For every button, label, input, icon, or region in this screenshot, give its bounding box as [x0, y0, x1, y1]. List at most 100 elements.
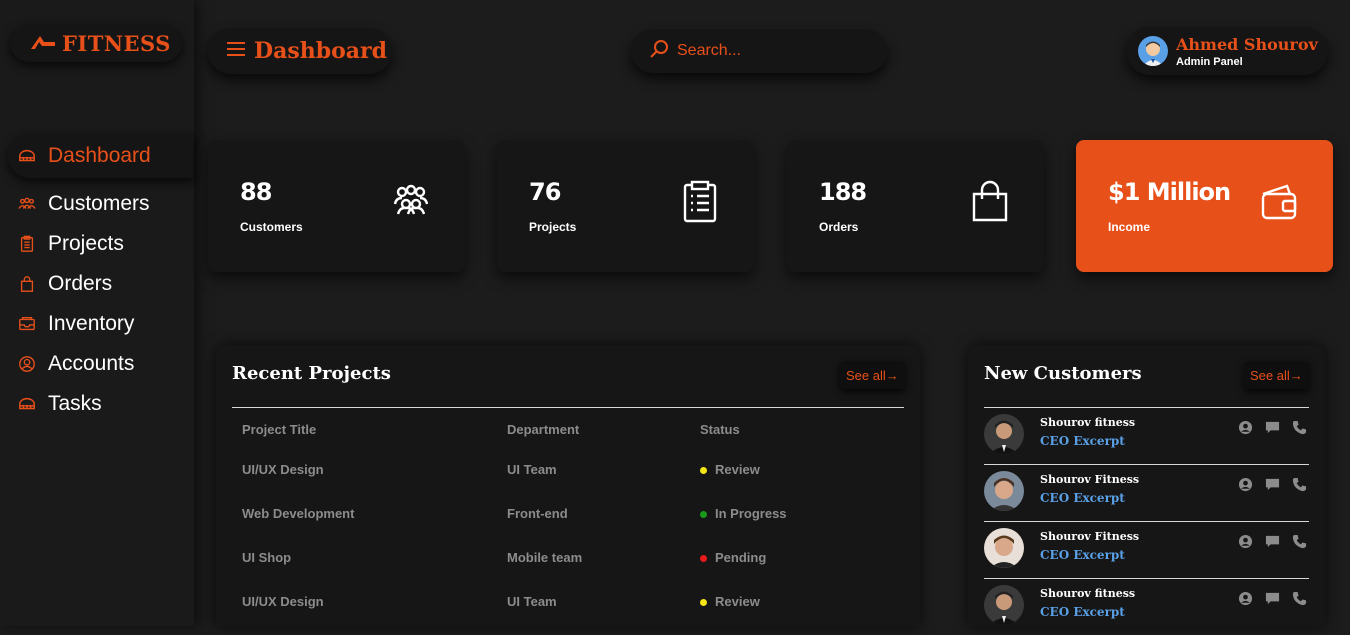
customer-name: Shourov fitness: [1040, 587, 1136, 600]
see-all-projects-button[interactable]: See all →: [840, 361, 905, 389]
customer-actions: [1238, 477, 1307, 492]
user-profile[interactable]: Ahmed Shourov Admin Panel: [1126, 27, 1328, 75]
phone-icon[interactable]: [1292, 591, 1307, 606]
see-all-customers-button[interactable]: See all →: [1244, 361, 1309, 389]
user-circle-icon: [18, 355, 36, 373]
recent-projects-panel: Recent Projects See all → Project Title …: [216, 345, 920, 626]
column-header: Department: [507, 421, 580, 437]
project-status: In Progress: [690, 491, 904, 535]
phone-icon[interactable]: [1292, 420, 1307, 435]
sidebar-item-label: Orders: [48, 272, 113, 295]
status-dot: [700, 510, 707, 518]
sidebar-item-accounts[interactable]: Accounts: [0, 344, 194, 384]
new-customers-panel: New Customers See all → Shourov fitness …: [968, 345, 1325, 626]
sidebar-item-orders[interactable]: Orders: [0, 264, 194, 304]
sidebar-item-label: Tasks: [48, 392, 102, 415]
phone-icon[interactable]: [1292, 477, 1307, 492]
sidebar-item-customers[interactable]: Customers: [0, 184, 194, 224]
project-title: UI/UX Design: [242, 461, 324, 477]
stat-card-projects[interactable]: 76 Projects: [497, 140, 754, 272]
status-label: Pending: [715, 549, 767, 565]
project-department: Mobile team: [507, 549, 583, 565]
recent-projects-title: Recent Projects: [232, 363, 391, 384]
users-icon: [18, 195, 36, 213]
project-status: Review: [690, 447, 904, 491]
customer-name: Shourov Fitness: [1040, 530, 1140, 543]
arrow-right-icon: →: [885, 367, 899, 383]
user-icon[interactable]: [1238, 420, 1253, 435]
chat-icon[interactable]: [1265, 534, 1280, 549]
avatar: [1138, 36, 1168, 66]
customer-actions: [1238, 420, 1307, 435]
status-dot: [700, 466, 707, 474]
arrow-right-icon: →: [1289, 367, 1303, 383]
brand-name: FITNESS: [62, 30, 171, 56]
user-info: Ahmed Shourov Admin Panel: [1176, 35, 1318, 68]
table-row[interactable]: UI/UX Design UI Team Review: [232, 447, 904, 491]
see-all-label: See all: [1250, 367, 1290, 383]
menu-icon[interactable]: [226, 41, 246, 62]
project-department: UI Team: [507, 461, 557, 477]
sidebar-item-label: Inventory: [48, 312, 135, 335]
stat-card-customers[interactable]: 88 Customers: [208, 140, 465, 272]
project-department: UI Team: [507, 593, 557, 609]
table-row[interactable]: Web Development Front-end In Progress: [232, 491, 904, 535]
customer-role: CEO Excerpt: [1040, 548, 1125, 562]
project-department: Front-end: [507, 505, 568, 521]
stat-card-income[interactable]: $1 Million Income: [1076, 140, 1333, 272]
customer-photo: [984, 414, 1024, 454]
sidebar-item-dashboard[interactable]: Dashboard: [8, 134, 194, 178]
sidebar-item-tasks[interactable]: Tasks: [0, 384, 194, 424]
customer-row[interactable]: Shourov fitness CEO Excerpt: [984, 578, 1309, 635]
customer-photo: [984, 528, 1024, 568]
stat-value: $1 Million: [1108, 178, 1231, 206]
project-status: Pending: [690, 535, 904, 579]
stat-label: Projects: [529, 220, 577, 234]
status-label: Review: [715, 593, 760, 609]
user-icon[interactable]: [1238, 477, 1253, 492]
divider: [232, 407, 904, 408]
sidebar-item-label: Accounts: [48, 352, 135, 375]
page-title: Dashboard: [254, 38, 387, 64]
table-row[interactable]: UI/UX Design UI Team Review: [232, 579, 904, 623]
phone-icon[interactable]: [1292, 534, 1307, 549]
stat-value: 88: [240, 178, 272, 206]
brand-logo[interactable]: FITNESS: [10, 24, 182, 62]
customer-photo: [984, 585, 1024, 625]
sidebar-item-label: Customers: [48, 192, 150, 215]
chat-icon[interactable]: [1265, 420, 1280, 435]
stat-card-orders[interactable]: 188 Orders: [787, 140, 1044, 272]
status-dot: [700, 554, 707, 562]
customer-role: CEO Excerpt: [1040, 605, 1125, 619]
bag-icon: [18, 275, 36, 293]
stat-label: Income: [1108, 220, 1151, 234]
search-bar[interactable]: Search...: [631, 29, 887, 73]
customer-row[interactable]: Shourov Fitness CEO Excerpt: [984, 464, 1309, 521]
stat-value: 188: [819, 178, 867, 206]
clipboard-icon: [18, 235, 36, 253]
status-label: In Progress: [715, 505, 787, 521]
chat-icon[interactable]: [1265, 591, 1280, 606]
chat-icon[interactable]: [1265, 477, 1280, 492]
table-header: Project Title Department Status: [232, 411, 904, 447]
search-input[interactable]: Search...: [677, 42, 741, 60]
sidebar-item-projects[interactable]: Projects: [0, 224, 194, 264]
user-icon[interactable]: [1238, 534, 1253, 549]
project-title: Web Development: [242, 505, 355, 521]
customer-actions: [1238, 534, 1307, 549]
search-icon: [649, 39, 669, 64]
stat-label: Orders: [819, 220, 859, 234]
user-icon[interactable]: [1238, 591, 1253, 606]
customer-row[interactable]: Shourov fitness CEO Excerpt: [984, 407, 1309, 464]
customer-row[interactable]: Shourov Fitness CEO Excerpt: [984, 521, 1309, 578]
customer-name: Shourov fitness: [1040, 416, 1136, 429]
user-role: Admin Panel: [1176, 55, 1243, 68]
project-title: UI/UX Design: [242, 593, 324, 609]
table-row[interactable]: UI Shop Mobile team Pending: [232, 535, 904, 579]
sidebar-item-label: Projects: [48, 232, 124, 255]
sidebar-item-inventory[interactable]: Inventory: [0, 304, 194, 344]
see-all-label: See all: [846, 367, 886, 383]
projects-table: Project Title Department Status UI/UX De…: [232, 411, 904, 623]
status-dot: [700, 598, 707, 606]
project-title: UI Shop: [242, 549, 292, 565]
